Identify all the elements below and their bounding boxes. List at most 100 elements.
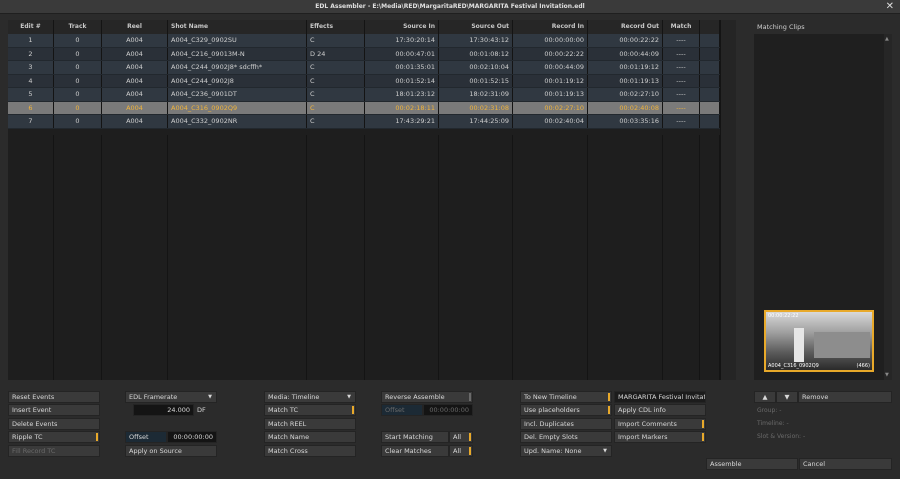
cell-record-out: 00:00:22:22 [588,34,663,47]
table-empty-area [8,135,720,380]
import-comments-indicator [702,420,704,428]
use-placeholders-toggle[interactable]: Use placeholders [520,404,612,416]
reset-events-button[interactable]: Reset Events [8,391,100,403]
header-match[interactable]: Match [663,20,700,34]
df-label: DF [197,406,206,414]
header-shot-name[interactable]: Shot Name [168,20,307,34]
close-icon[interactable]: ✕ [886,0,894,14]
cell-record-in: 00:00:00:00 [513,34,588,47]
header-source-out[interactable]: Source Out [439,20,513,34]
chevron-down-icon: ▼ [603,448,607,454]
start-matching-all-dropdown[interactable]: All [449,431,473,443]
table-row[interactable]: 1 0 A004 A004_C329_0902SU C 17:30:20:14 17:30:… [8,34,720,48]
move-down-button[interactable]: ▼ [776,391,798,403]
reverse-assemble-indicator [469,393,471,401]
reverse-assemble-toggle[interactable]: Reverse Assemble [381,391,473,403]
edl-framerate-dropdown[interactable]: EDL Framerate ▼ [125,391,217,403]
reverse-offset-field[interactable]: 00:00:00:00 [423,404,473,416]
match-reel-toggle[interactable]: Match REEL [264,418,356,430]
clear-matches-button[interactable]: Clear Matches [381,445,449,457]
start-matching-button[interactable]: Start Matching [381,431,449,443]
table-row[interactable]: 6 0 A004 A004_C316_0902Q9 C 00:02:18:11 00:02:… [8,101,720,115]
media-timeline-dropdown[interactable]: Media: Timeline ▼ [264,391,356,403]
fill-record-tc-button[interactable]: Fill Record TC [8,445,100,457]
clear-matches-all-dropdown[interactable]: All [449,445,473,457]
cell-record-in: 00:00:44:09 [513,61,588,74]
incl-duplicates-toggle[interactable]: Incl. Duplicates [520,418,612,430]
matching-clips-scrollbar[interactable]: ▲ ▼ [884,34,892,380]
cell-reel: A004 [102,61,168,74]
row-spacer [700,34,720,47]
cell-reel: A004 [102,115,168,128]
timeline-name-input[interactable]: MARGARITA Festival Invitati [614,391,706,403]
cancel-button[interactable]: Cancel [799,458,892,470]
cell-source-out: 17:30:43:12 [439,34,513,47]
cell-edit: 2 [8,47,54,60]
cell-effects: D 24 [307,47,365,60]
header-source-in[interactable]: Source In [365,20,439,34]
edl-framerate-label: EDL Framerate [129,393,178,401]
del-empty-slots-toggle[interactable]: Del. Empty Slots [520,431,612,443]
apply-on-source-button[interactable]: Apply on Source [125,445,217,457]
update-name-dropdown[interactable]: Upd. Name: None ▼ [520,445,612,457]
chevron-down-icon: ▼ [208,394,212,400]
header-record-out[interactable]: Record Out [588,20,663,34]
match-cross-toggle[interactable]: Match Cross [264,445,356,457]
ripple-tc-toggle[interactable]: Ripple TC [8,431,100,443]
table-row[interactable]: 3 0 A004 A004_C244_0902J8* sdcffh* C 00:01:35… [8,61,720,75]
import-markers-toggle[interactable]: Import Markers [614,431,706,443]
apply-cdl-toggle[interactable]: Apply CDL info [614,404,706,416]
clip-thumbnail[interactable]: 00:00:22:22 A004_C316_0902Q9 (466) [764,310,874,372]
start-matching-all-indicator [469,433,471,441]
move-up-button[interactable]: ▲ [754,391,776,403]
cell-effects: C [307,115,365,128]
row-spacer [700,74,720,87]
table-header: Edit # Track Reel Shot Name Effects Sour… [8,20,720,34]
header-record-in[interactable]: Record In [513,20,588,34]
delete-events-button[interactable]: Delete Events [8,418,100,430]
header-track[interactable]: Track [54,20,102,34]
clear-matches-all-indicator [469,447,471,455]
import-comments-toggle[interactable]: Import Comments [614,418,706,430]
table-row[interactable]: 2 0 A004 A004_C216_09013M-N D 24 00:00:47:01 0… [8,47,720,61]
chevron-down-icon: ▼ [347,394,351,400]
match-tc-toggle[interactable]: Match TC [264,404,356,416]
cell-effects: C [307,101,365,114]
use-placeholders-label: Use placeholders [524,406,580,414]
framerate-field[interactable]: 24.000 [133,404,194,416]
cell-record-out: 00:01:19:13 [588,74,663,87]
import-comments-label: Import Comments [618,420,677,428]
cell-record-in: 00:01:19:12 [513,74,588,87]
scroll-down-icon[interactable]: ▼ [885,372,889,378]
header-effects[interactable]: Effects [307,20,365,34]
header-reel[interactable]: Reel [102,20,168,34]
assemble-button[interactable]: Assemble [706,458,798,470]
cell-reel: A004 [102,88,168,101]
cell-source-in: 00:01:52:14 [365,74,439,87]
cell-source-out: 00:01:08:12 [439,47,513,60]
window-title: EDL Assembler - E:\Media\RED\MargaritaRE… [315,3,585,10]
table-row[interactable]: 5 0 A004 A004_C236_0901DT C 18:01:23:12 18:02:… [8,88,720,102]
thumbnail-name: A004_C316_0902Q9 [768,363,819,369]
table-scrollbar[interactable] [720,20,736,380]
cell-shot-name: A004_C332_0902NR [168,115,307,128]
cell-effects: C [307,34,365,47]
scroll-up-icon[interactable]: ▲ [885,36,889,42]
row-spacer [700,47,720,60]
start-matching-all-label: All [453,433,462,441]
to-new-timeline-toggle[interactable]: To New Timeline [520,391,612,403]
remove-button[interactable]: Remove [798,391,892,403]
offset-field[interactable]: 00:00:00:00 [167,431,217,443]
cell-reel: A004 [102,101,168,114]
table-row[interactable]: 7 0 A004 A004_C332_0902NR C 17:43:29:21 17:44:… [8,115,720,129]
update-name-label: Upd. Name: None [524,447,582,455]
cell-edit: 4 [8,74,54,87]
cell-match: ---- [663,115,700,128]
cell-source-out: 00:01:52:15 [439,74,513,87]
match-name-toggle[interactable]: Match Name [264,431,356,443]
cell-source-out: 00:02:10:04 [439,61,513,74]
header-edit[interactable]: Edit # [8,20,54,34]
table-row[interactable]: 4 0 A004 A004_C244_0902J8 C 00:01:52:14 00:01:… [8,74,720,88]
cell-record-out: 00:03:35:16 [588,115,663,128]
insert-event-button[interactable]: Insert Event [8,404,100,416]
